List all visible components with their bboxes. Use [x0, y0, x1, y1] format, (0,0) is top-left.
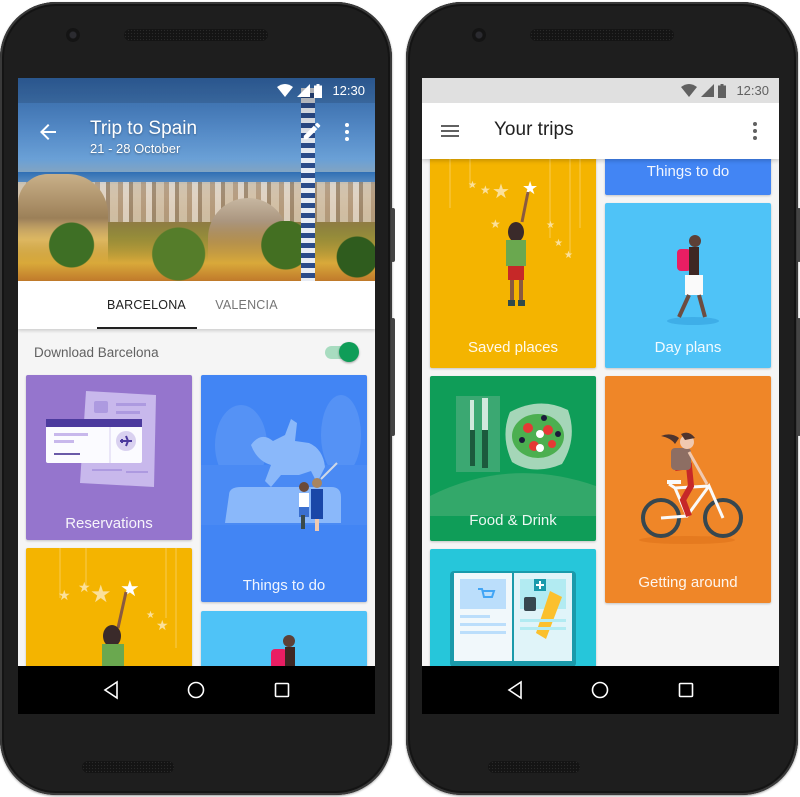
volume-button	[391, 318, 395, 436]
svg-text:★: ★	[492, 181, 510, 203]
home-circle-icon	[592, 681, 609, 699]
front-camera	[472, 28, 486, 42]
more-vert-icon[interactable]	[339, 120, 355, 144]
left-screen: 12:30 Trip to Spain 21 - 28 October BARC…	[18, 78, 375, 714]
status-time: 12:30	[332, 83, 365, 98]
download-row: Download Barcelona	[18, 329, 375, 375]
navigation-bar	[422, 666, 779, 714]
card-saved-places[interactable]: ★ ★ ★ ★ ★ ★ ★ ★ Saved places	[430, 148, 596, 368]
card-label: Day plans	[654, 339, 722, 356]
tab-valencia[interactable]: VALENCIA	[197, 281, 297, 329]
top-speaker	[530, 29, 674, 41]
status-bar: 12:30	[422, 78, 779, 103]
card-label: Things to do	[242, 577, 326, 594]
bottom-speaker	[82, 761, 174, 773]
card-packing-list[interactable]	[430, 549, 596, 669]
home-circle-icon	[188, 681, 205, 699]
power-button	[391, 208, 395, 262]
card-day-plans[interactable]: Day plans	[605, 203, 771, 368]
notebook-illustration	[450, 571, 576, 667]
pencil-icon[interactable]	[301, 120, 323, 142]
download-toggle[interactable]	[323, 342, 359, 362]
card-reservations[interactable]: Reservations	[26, 375, 192, 540]
svg-text:★: ★	[90, 581, 112, 608]
more-vert-icon[interactable]	[747, 119, 763, 143]
arrow-back-icon[interactable]	[36, 120, 60, 144]
header-image-barcelona: 12:30	[18, 78, 375, 281]
trip-dates: 21 - 28 October	[90, 141, 181, 156]
trip-title: Trip to Spain	[90, 118, 198, 139]
nav-home-button[interactable]	[184, 678, 208, 702]
back-triangle-icon	[103, 680, 118, 700]
battery-icon	[718, 83, 727, 98]
nav-home-button[interactable]	[588, 678, 612, 702]
signal-icon	[297, 84, 311, 97]
svg-text:★: ★	[480, 183, 491, 197]
svg-text:★: ★	[522, 178, 538, 198]
svg-text:★: ★	[554, 238, 563, 249]
card-getting-around[interactable]: Getting around	[605, 376, 771, 603]
back-triangle-icon	[507, 680, 522, 700]
svg-text:★: ★	[546, 220, 555, 231]
svg-text:★: ★	[156, 617, 169, 633]
svg-text:★: ★	[120, 576, 140, 601]
status-time: 12:30	[736, 83, 769, 98]
card-food-and-drink[interactable]: Food & Drink	[430, 376, 596, 541]
svg-text:★: ★	[78, 579, 91, 595]
city-tabs: BARCELONA VALENCIA	[18, 281, 375, 329]
card-label: Reservations	[65, 515, 153, 532]
app-bar: Your trips	[422, 103, 779, 159]
svg-text:★: ★	[146, 610, 155, 621]
card-label: Getting around	[638, 574, 738, 591]
top-speaker	[124, 29, 268, 41]
nav-back-button[interactable]	[99, 678, 123, 702]
download-label: Download Barcelona	[34, 344, 159, 360]
nav-back-button[interactable]	[503, 678, 527, 702]
phone-right: 12:30 Your trips ★ ★ ★ ★ ★ ★ ★ ★ Saved p…	[406, 2, 800, 795]
right-screen: 12:30 Your trips ★ ★ ★ ★ ★ ★ ★ ★ Saved p…	[422, 78, 779, 714]
cyclist-illustration	[639, 432, 743, 544]
front-camera	[66, 28, 80, 42]
hamburger-menu-icon[interactable]	[440, 121, 460, 141]
recents-square-icon	[678, 682, 694, 698]
stars-illustration: ★ ★ ★ ★ ★ ★ ★ ★	[449, 148, 581, 306]
page-title: Your trips	[494, 119, 574, 140]
tab-barcelona[interactable]: BARCELONA	[96, 281, 197, 329]
svg-text:★: ★	[490, 217, 501, 231]
salad-illustration	[430, 396, 596, 516]
wifi-icon	[681, 84, 698, 97]
svg-text:★: ★	[564, 250, 573, 261]
signal-icon	[701, 84, 715, 97]
card-label: Things to do	[646, 163, 730, 180]
tickets-illustration	[46, 391, 156, 487]
card-label: Saved places	[467, 339, 559, 356]
card-label: Food & Drink	[469, 512, 557, 529]
battery-icon	[314, 83, 323, 98]
recents-square-icon	[274, 682, 290, 698]
wifi-icon	[277, 84, 294, 97]
phone-left: 12:30 Trip to Spain 21 - 28 October BARC…	[0, 2, 395, 795]
navigation-bar	[18, 666, 375, 714]
status-bar: 12:30	[18, 78, 375, 103]
card-things-to-do[interactable]: Things to do	[201, 375, 367, 602]
nav-recents-button[interactable]	[674, 678, 698, 702]
nav-recents-button[interactable]	[270, 678, 294, 702]
trip-header: Trip to Spain 21 - 28 October	[18, 114, 375, 158]
bottom-speaker	[488, 761, 580, 773]
walker-illustration	[667, 235, 719, 325]
svg-text:★: ★	[58, 587, 71, 603]
statue-selfie-illustration	[201, 395, 367, 531]
svg-text:★: ★	[468, 180, 477, 191]
